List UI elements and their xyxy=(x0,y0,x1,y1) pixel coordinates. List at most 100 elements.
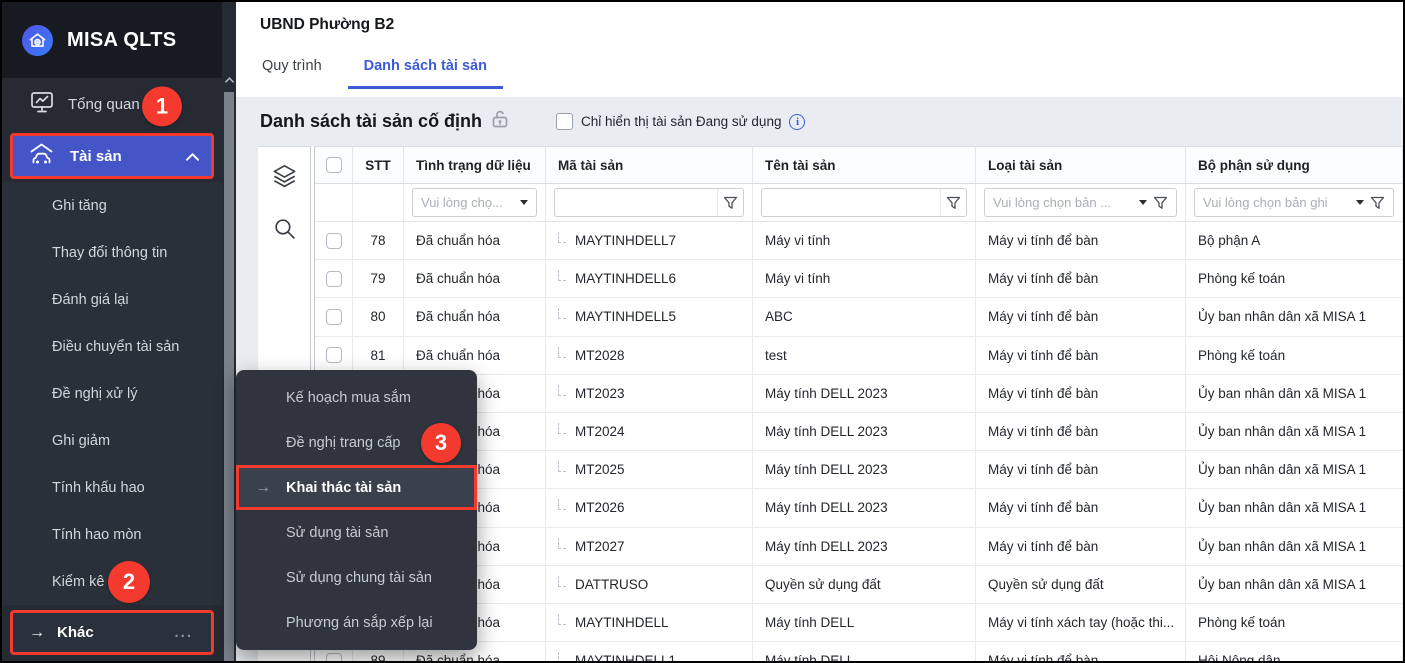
sidebar-item-kiem-ke[interactable]: Kiểm kê 2 xyxy=(2,558,222,605)
cell-name: Quyền sử dụng đất xyxy=(753,566,976,603)
tab-quy-trinh[interactable]: Quy trình xyxy=(260,52,324,89)
popup-menu-item[interactable]: Kế hoạch mua sắm xyxy=(236,375,477,420)
popup-menu-item[interactable]: → Khai thác tài sản xyxy=(236,465,477,510)
popup-menu-item[interactable]: Sử dụng chung tài sản xyxy=(236,555,477,600)
cell-type: Máy vi tính để bàn xyxy=(976,642,1186,661)
sidebar-item-tai-san[interactable]: Tài sản xyxy=(10,133,214,179)
table-row[interactable]: 78 Đã chuẩn hóa MAYTINHDELL7 Máy vi tính… xyxy=(315,222,1403,260)
page-title: UBND Phường B2 xyxy=(260,16,394,34)
popup-menu-item[interactable]: Sử dụng tài sản xyxy=(236,510,477,555)
table-row[interactable]: 79 Đã chuẩn hóa MAYTINHDELL6 Máy vi tính… xyxy=(315,260,1403,298)
popup-menu-item[interactable]: Đề nghị trang cấp 3 xyxy=(236,420,477,465)
popup-menu-item[interactable]: Phương án sắp xếp lại xyxy=(236,600,477,645)
sidebar-item-label: Tài sản xyxy=(70,148,122,165)
sidebar-item-tong-quan[interactable]: Tổng quan 1 xyxy=(2,78,222,130)
table-row[interactable]: 88 Đã chuẩn hóa MAYTINHDELL Máy tính DEL… xyxy=(315,604,1403,642)
sidebar-item-ghi-tang[interactable]: Ghi tăng xyxy=(2,182,222,229)
row-checkbox[interactable] xyxy=(326,271,342,287)
popup-item-label: Kế hoạch mua sắm xyxy=(286,390,411,406)
cell-type: Máy vi tính để bàn xyxy=(976,222,1186,259)
brand-title: MISA QLTS xyxy=(67,29,176,52)
sidebar-item-tinh-khau-hao[interactable]: Tính khấu hao xyxy=(2,464,222,511)
scroll-up-icon[interactable] xyxy=(222,74,236,90)
chevron-down-icon xyxy=(1356,200,1364,205)
select-all-checkbox[interactable] xyxy=(326,157,342,173)
name-filter-input[interactable] xyxy=(761,188,967,217)
cell-code: MAYTINHDELL1 xyxy=(546,642,753,661)
more-dots-icon: ... xyxy=(174,624,193,641)
col-header-type[interactable]: Loại tài sản xyxy=(976,147,1186,183)
status-filter-placeholder: Vui lòng chọ... xyxy=(421,195,514,210)
code-filter-input[interactable] xyxy=(554,188,744,217)
cell-code-text: MT2025 xyxy=(575,462,625,477)
filter-cell-type: Vui lòng chọn bản ... xyxy=(976,184,1186,221)
layers-icon[interactable] xyxy=(271,163,298,190)
filter-funnel-icon[interactable] xyxy=(940,189,966,216)
type-filter-dropdown[interactable]: Vui lòng chọn bản ... xyxy=(984,188,1177,217)
col-header-code[interactable]: Mã tài sản xyxy=(546,147,753,183)
cell-code: MAYTINHDELL5 xyxy=(546,298,753,335)
table-row[interactable]: 85 Đã chuẩn hóa MT2026 Máy tính DELL 202… xyxy=(315,489,1403,527)
row-checkbox[interactable] xyxy=(326,233,342,249)
sidebar-item-danh-gia-lai[interactable]: Đánh giá lại xyxy=(2,276,222,323)
table-row[interactable]: 84 Đã chuẩn hóa MT2025 Máy tính DELL 202… xyxy=(315,451,1403,489)
cell-code: MT2028 xyxy=(546,337,753,374)
sidebar-item-label: Tính khấu hao xyxy=(52,480,145,496)
table-row[interactable]: 87 Đã chuẩn hóa DATTRUSO Quyền sử dụng đ… xyxy=(315,566,1403,604)
tree-indent-icon xyxy=(558,538,566,549)
filter-cell-dept: Vui lòng chọn bản ghi xyxy=(1186,184,1403,221)
sidebar-item-tinh-hao-mon[interactable]: Tính hao mòn xyxy=(2,511,222,558)
cell-type: Máy vi tính để bàn xyxy=(976,337,1186,374)
filter-cell-checkbox xyxy=(315,184,353,221)
status-filter-dropdown[interactable]: Vui lòng chọ... xyxy=(412,188,537,217)
arrow-right-icon: → xyxy=(255,479,271,497)
col-header-status[interactable]: Tình trạng dữ liệu xyxy=(404,147,546,183)
sidebar-item-dieu-chuyen-tai-san[interactable]: Điều chuyển tài sản xyxy=(2,323,222,370)
cell-dept: Ủy ban nhân dân xã MISA 1 xyxy=(1186,375,1403,412)
dept-filter-dropdown[interactable]: Vui lòng chọn bản ghi xyxy=(1194,188,1394,217)
cell-dept: Ủy ban nhân dân xã MISA 1 xyxy=(1186,489,1403,526)
sidebar-item-thay-doi-thong-tin[interactable]: Thay đổi thông tin xyxy=(2,229,222,276)
row-checkbox[interactable] xyxy=(326,347,342,363)
table-row[interactable]: 80 Đã chuẩn hóa MAYTINHDELL5 ABC Máy vi … xyxy=(315,298,1403,336)
tab-danh-sach-tai-san[interactable]: Danh sách tài sản xyxy=(348,52,503,89)
sidebar-item-de-nghi-xu-ly[interactable]: Đề nghị xử lý xyxy=(2,370,222,417)
cell-code: MAYTINHDELL6 xyxy=(546,260,753,297)
cell-dept: Ủy ban nhân dân xã MISA 1 xyxy=(1186,413,1403,450)
info-icon[interactable]: i xyxy=(789,114,805,130)
filter-in-use-group: Chỉ hiển thị tài sản Đang sử dụng i xyxy=(556,113,805,130)
sidebar-item-ghi-giam[interactable]: Ghi giảm xyxy=(2,417,222,464)
filter-funnel-icon[interactable] xyxy=(1370,196,1385,210)
cell-dept: Hội Nông dân xyxy=(1186,642,1403,661)
filter-funnel-icon[interactable] xyxy=(717,189,743,216)
scrollbar-thumb[interactable] xyxy=(224,92,234,661)
col-header-dept[interactable]: Bộ phận sử dụng xyxy=(1186,147,1403,183)
chevron-down-icon xyxy=(1139,200,1147,205)
col-header-stt[interactable]: STT xyxy=(353,147,404,183)
tree-indent-icon xyxy=(558,423,566,434)
cell-dept: Phòng kế toán xyxy=(1186,260,1403,297)
table-row[interactable]: 89 Đã chuẩn hóa MAYTINHDELL1 Máy tính DE… xyxy=(315,642,1403,661)
list-title: Danh sách tài sản cố định xyxy=(260,110,508,133)
filter-funnel-icon[interactable] xyxy=(1153,196,1168,210)
cell-stt: 81 xyxy=(353,337,404,374)
table-row[interactable]: 82 Đã chuẩn hóa MT2023 Máy tính DELL 202… xyxy=(315,375,1403,413)
cell-dept: Phòng kế toán xyxy=(1186,604,1403,641)
search-icon[interactable] xyxy=(272,216,297,241)
unlock-icon[interactable] xyxy=(492,110,508,133)
table-row[interactable]: 81 Đã chuẩn hóa MT2028 test Máy vi tính … xyxy=(315,337,1403,375)
table-row[interactable]: 86 Đã chuẩn hóa MT2027 Máy tính DELL 202… xyxy=(315,528,1403,566)
row-checkbox[interactable] xyxy=(326,653,342,661)
cell-code: MT2027 xyxy=(546,528,753,565)
sidebar-item-khac[interactable]: → Khác ... xyxy=(10,610,214,655)
tree-indent-icon xyxy=(558,347,566,358)
cell-code-text: MT2027 xyxy=(575,539,625,554)
app-logo-row: MISA QLTS xyxy=(2,2,222,78)
sidebar-item-label: Ghi giảm xyxy=(52,433,110,449)
cell-code-text: MT2024 xyxy=(575,424,625,439)
row-checkbox[interactable] xyxy=(326,309,342,325)
type-filter-placeholder: Vui lòng chọn bản ... xyxy=(993,195,1133,210)
col-header-name[interactable]: Tên tài sản xyxy=(753,147,976,183)
show-in-use-checkbox[interactable] xyxy=(556,113,573,130)
table-row[interactable]: 83 Đã chuẩn hóa MT2024 Máy tính DELL 202… xyxy=(315,413,1403,451)
